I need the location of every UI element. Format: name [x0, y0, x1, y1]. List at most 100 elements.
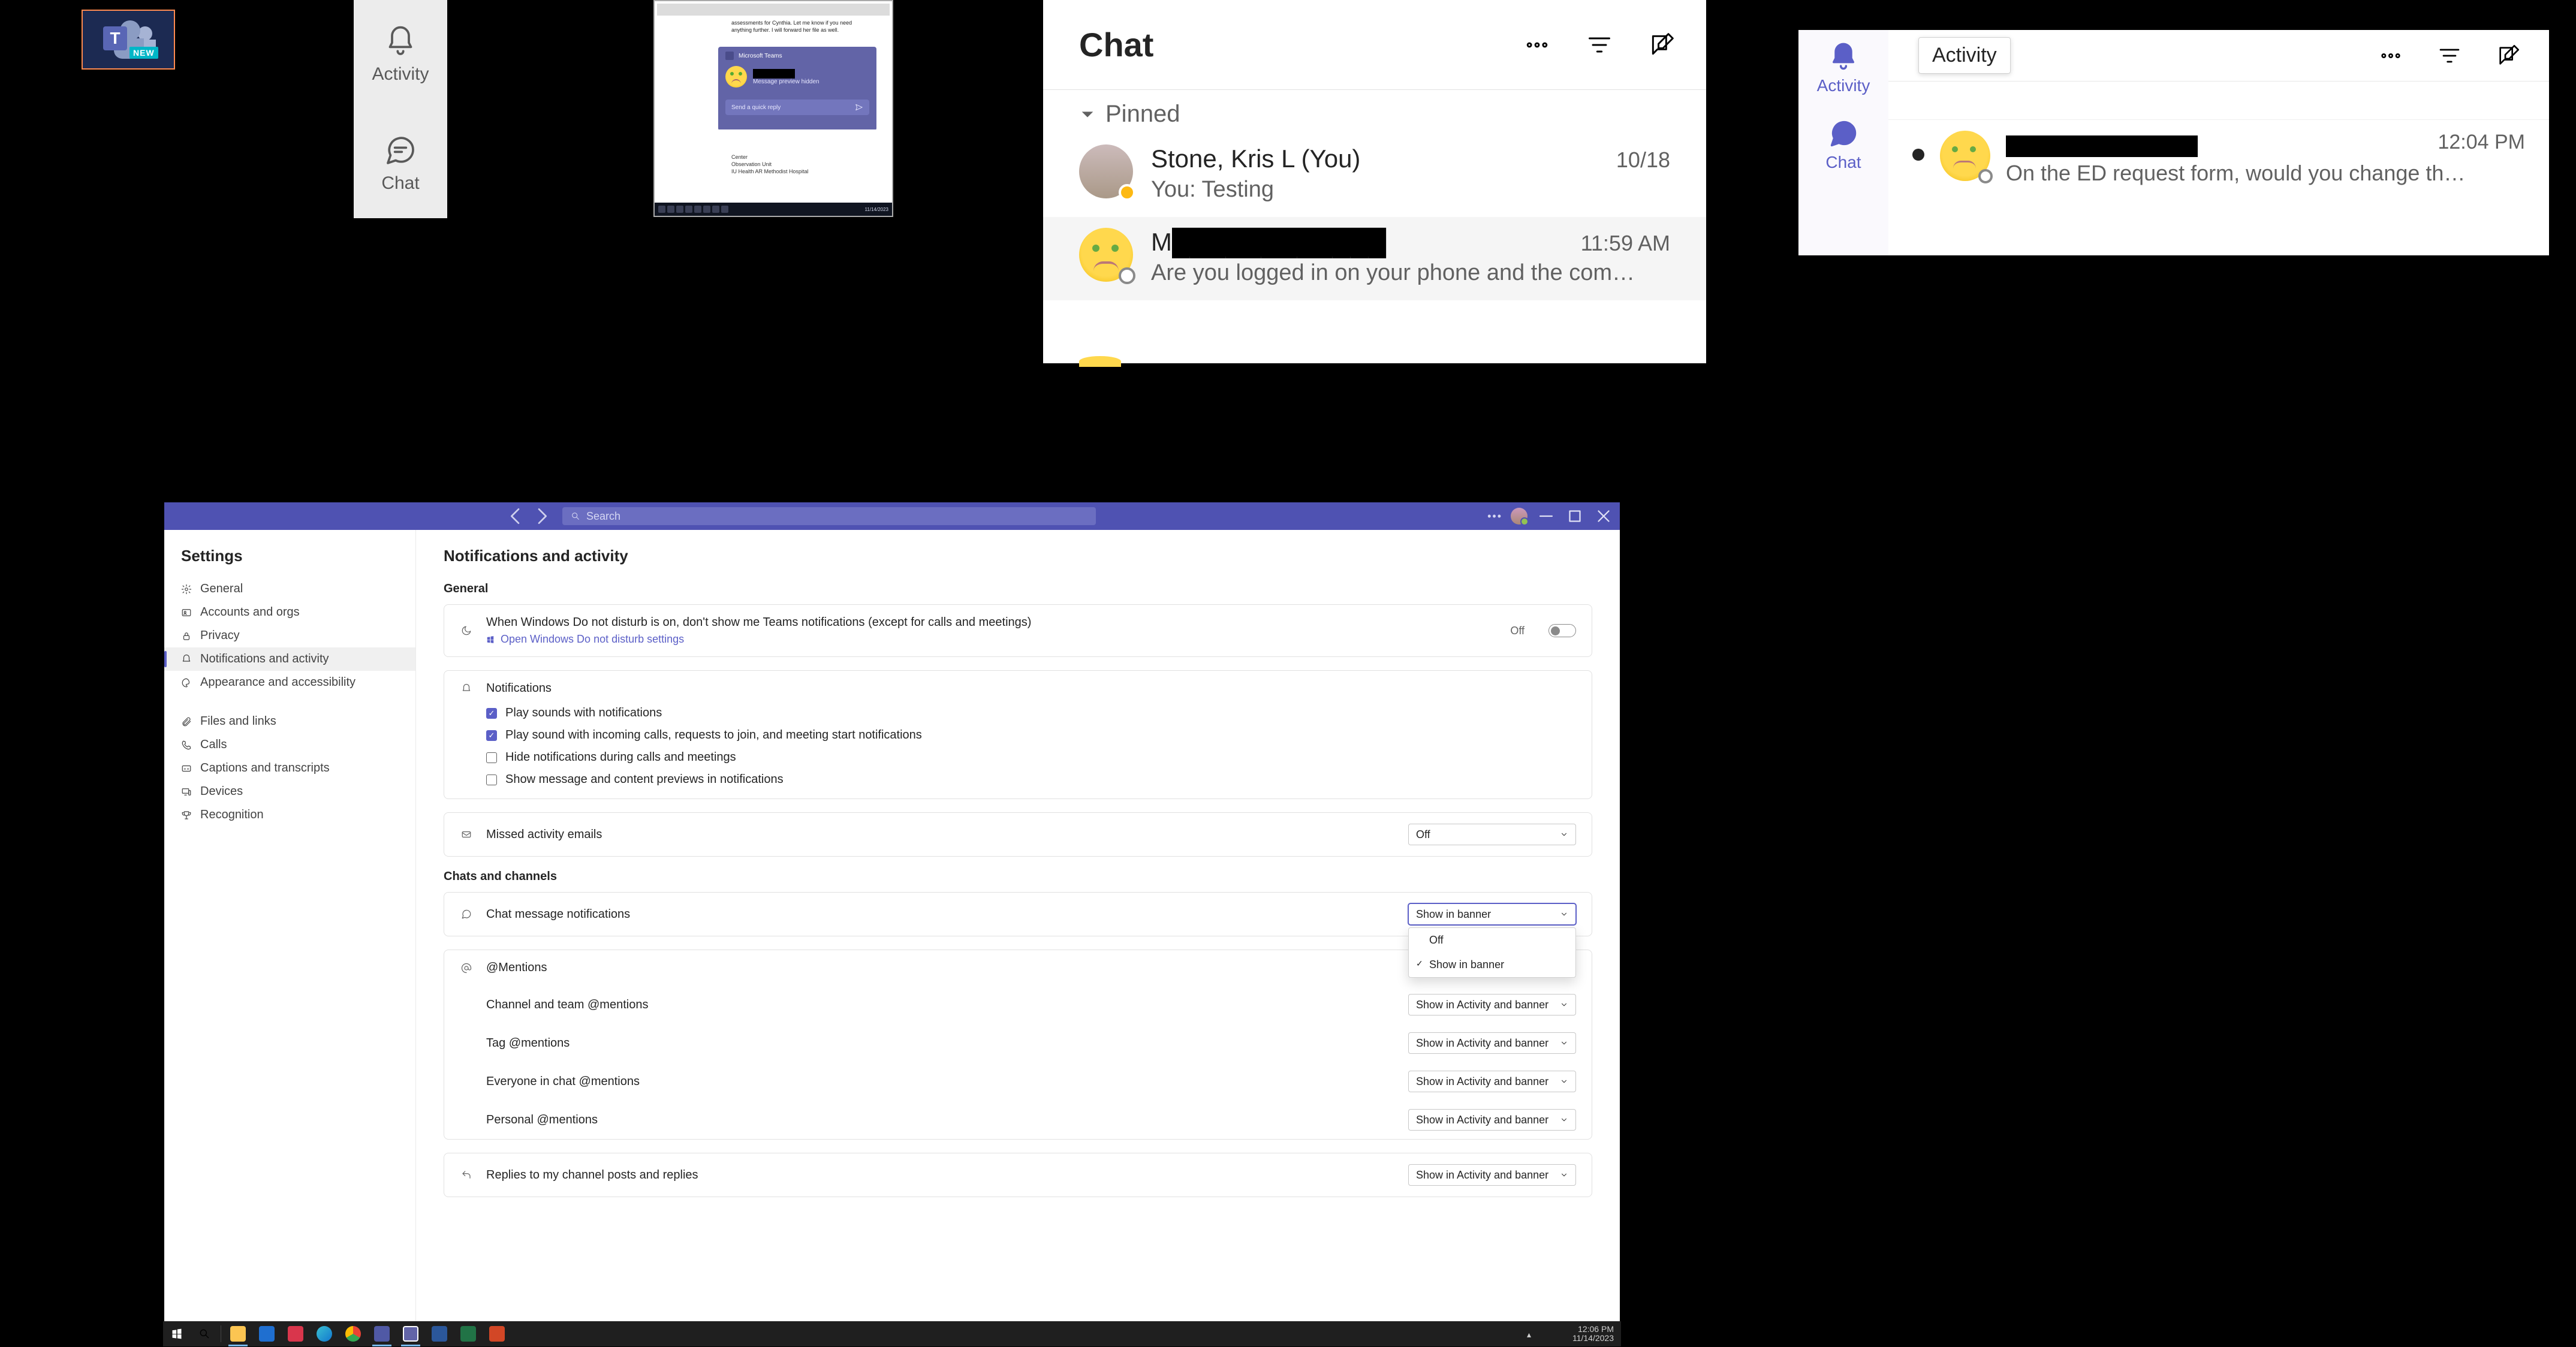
toggle-label: Off: [1510, 625, 1524, 637]
teams-toast-notification[interactable]: Microsoft Teams Message preview hidden S…: [718, 47, 876, 131]
rail-activity[interactable]: Activity: [354, 0, 447, 109]
tray-wifi-icon[interactable]: [1541, 1330, 1550, 1338]
taskbar-search-button[interactable]: [191, 1321, 218, 1346]
search-placeholder: Search: [586, 510, 620, 523]
chat-item-self[interactable]: Stone, Kris L (You)10/18 You: Testing: [1043, 134, 1706, 217]
chevron-down-icon: [1560, 1039, 1568, 1047]
option-off[interactable]: Off: [1409, 928, 1575, 953]
window-close-button[interactable]: [1593, 507, 1614, 525]
more-icon[interactable]: [1524, 32, 1550, 58]
window-minimize-button[interactable]: [1536, 507, 1556, 525]
captions-icon: [181, 763, 192, 774]
check-play-sounds[interactable]: ✓Play sounds with notifications: [486, 706, 1592, 720]
check-show-previews[interactable]: Show message and content previews in not…: [486, 773, 1592, 786]
everyone-mentions-select[interactable]: Show in Activity and banner: [1408, 1071, 1576, 1092]
check-hide-during-calls[interactable]: Hide notifications during calls and meet…: [486, 751, 1592, 764]
menu-devices[interactable]: Devices: [164, 780, 415, 803]
more-icon[interactable]: [2379, 44, 2403, 68]
teams-t-letter: T: [103, 26, 127, 50]
replies-label: Replies to my channel posts and replies: [486, 1168, 1395, 1182]
profile-avatar[interactable]: [1511, 508, 1527, 525]
taskbar-app-teams-new[interactable]: [396, 1321, 425, 1346]
system-tray[interactable]: ▴: [1527, 1330, 1564, 1338]
menu-recognition[interactable]: Recognition: [164, 803, 415, 827]
menu-privacy[interactable]: Privacy: [164, 624, 415, 647]
menu-accounts[interactable]: Accounts and orgs: [164, 601, 415, 624]
chat-icon: [461, 909, 472, 920]
missed-emails-label: Missed activity emails: [486, 828, 1395, 842]
taskbar-app-acrobat[interactable]: [281, 1321, 310, 1346]
nav-forward-button[interactable]: [530, 507, 554, 525]
channel-mentions-select[interactable]: Show in Activity and banner: [1408, 994, 1576, 1015]
menu-calls[interactable]: Calls: [164, 733, 415, 757]
taskbar-app-chrome[interactable]: [339, 1321, 367, 1346]
chat-item-redacted[interactable]: M████████████ 11:59 AM Are you logged in…: [1043, 217, 1706, 300]
dnd-description: When Windows Do not disturb is on, don't…: [486, 616, 1497, 629]
send-icon[interactable]: [855, 103, 863, 112]
taskbar-app-edge[interactable]: [310, 1321, 339, 1346]
chat-notif-select[interactable]: Show in banner: [1408, 903, 1576, 925]
missed-emails-select[interactable]: Off: [1408, 824, 1576, 845]
taskbar-clock[interactable]: 12:06 PM 11/14/2023: [1572, 1325, 1614, 1343]
taskbar-app-outlook[interactable]: [252, 1321, 281, 1346]
activity-item[interactable]: 12:04 PM On the ED request form, would y…: [1888, 120, 2549, 197]
chevron-right-icon: [530, 504, 554, 528]
new-chat-icon[interactable]: [1649, 32, 1675, 58]
chevron-down-icon: [1560, 910, 1568, 918]
taskbar-app-word[interactable]: [425, 1321, 454, 1346]
at-icon: [461, 963, 472, 974]
taskbar-app-teams-classic[interactable]: [367, 1321, 396, 1346]
rail-chat[interactable]: Chat: [354, 109, 447, 218]
menu-notifications[interactable]: Notifications and activity: [164, 647, 415, 671]
taskbar-app-powerpoint[interactable]: [483, 1321, 511, 1346]
pinned-section-header[interactable]: Pinned: [1043, 90, 1706, 134]
moon-icon: [461, 625, 472, 636]
card-notifications: Notifications ✓Play sounds with notifica…: [444, 670, 1592, 799]
start-button[interactable]: [163, 1321, 191, 1346]
chevron-down-icon: [1560, 1116, 1568, 1124]
presence-offline-icon: [1978, 169, 1993, 183]
new-chat-icon[interactable]: [2496, 44, 2520, 68]
pinned-label: Pinned: [1105, 101, 1180, 128]
teams-mini-logo-icon: [725, 52, 734, 60]
window-maximize-button[interactable]: [1565, 507, 1585, 525]
section-chats-channels: Chats and channels: [444, 870, 1592, 884]
check-play-call-sounds[interactable]: ✓Play sound with incoming calls, request…: [486, 728, 1592, 742]
chat-name: Stone, Kris L (You): [1151, 144, 1360, 173]
window-titlebar[interactable]: Search •••: [164, 502, 1620, 530]
quick-reply-input[interactable]: Send a quick reply: [725, 100, 869, 115]
teams-new-desktop-icon[interactable]: T NEW: [82, 10, 175, 70]
taskbar-app-explorer[interactable]: [224, 1321, 252, 1346]
search-input[interactable]: Search: [562, 507, 1096, 525]
menu-files[interactable]: Files and links: [164, 710, 415, 733]
rail2-chat[interactable]: Chat: [1798, 107, 1888, 183]
windows-taskbar[interactable]: ▴ 12:06 PM 11/14/2023: [163, 1321, 1621, 1346]
menu-captions[interactable]: Captions and transcripts: [164, 757, 415, 780]
menu-appearance[interactable]: Appearance and accessibility: [164, 671, 415, 694]
option-show-in-banner[interactable]: Show in banner: [1409, 953, 1575, 977]
phone-icon: [181, 740, 192, 751]
chat-preview: You: Testing: [1151, 177, 1670, 203]
personal-mentions-select[interactable]: Show in Activity and banner: [1408, 1109, 1576, 1131]
tray-volume-icon[interactable]: [1556, 1330, 1564, 1338]
taskbar-app-excel[interactable]: [454, 1321, 483, 1346]
filter-icon[interactable]: [1586, 32, 1613, 58]
filter-icon[interactable]: [2438, 44, 2461, 68]
toast-app-name: Microsoft Teams: [739, 53, 782, 59]
menu-general[interactable]: General: [164, 577, 415, 601]
windows-logo-icon: [171, 1328, 183, 1340]
rail2-chat-label: Chat: [1825, 153, 1861, 172]
nav-back-button[interactable]: [504, 507, 528, 525]
tray-chevron-icon[interactable]: ▴: [1527, 1330, 1535, 1338]
chat-name: M████████████: [1151, 228, 1386, 257]
dnd-toggle[interactable]: [1548, 624, 1576, 637]
chevron-left-icon: [504, 504, 528, 528]
rail2-activity[interactable]: Activity: [1798, 30, 1888, 107]
activity-preview: On the ED request form, would you change…: [2006, 161, 2525, 186]
trophy-icon: [181, 810, 192, 821]
replies-select[interactable]: Show in Activity and banner: [1408, 1164, 1576, 1186]
titlebar-more-icon[interactable]: •••: [1487, 510, 1502, 523]
dnd-open-link[interactable]: Open Windows Do not disturb settings: [486, 633, 1497, 646]
settings-title: Settings: [164, 547, 415, 577]
tag-mentions-select[interactable]: Show in Activity and banner: [1408, 1032, 1576, 1054]
